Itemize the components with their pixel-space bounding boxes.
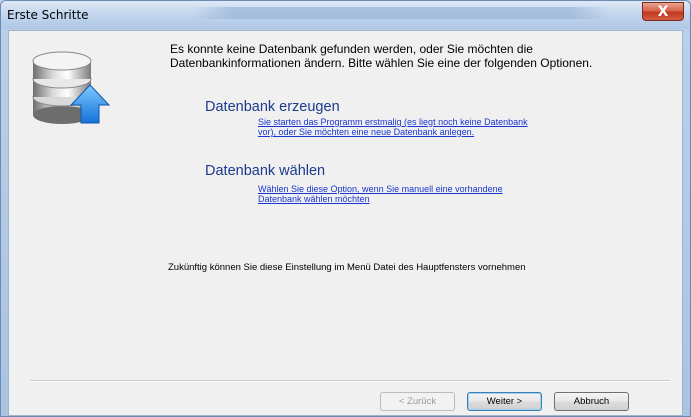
option-create-title[interactable]: Datenbank erzeugen (205, 99, 340, 115)
hint-text: Zukünftig können Sie diese Einstellung i… (168, 262, 526, 273)
option-create-link-line-2[interactable]: vor), oder Sie möchten eine neue Datenba… (258, 127, 474, 137)
title-bar-background (191, 7, 611, 19)
close-icon: X (657, 4, 669, 20)
option-select-title[interactable]: Datenbank wählen (205, 163, 325, 179)
option-select-link-line-2[interactable]: Datenbank wählen möchten (258, 194, 370, 204)
back-button[interactable]: < Zurück (380, 392, 455, 411)
option-select-link-line-1[interactable]: Wählen Sie diese Option, wenn Sie manuel… (258, 184, 503, 194)
window-title: Erste Schritte (7, 8, 89, 22)
close-button[interactable]: X (642, 2, 684, 21)
button-separator (30, 380, 670, 382)
dialog-window: Erste Schritte X Es konnte keine Datenba… (0, 0, 691, 417)
cancel-button[interactable]: Abbruch (554, 392, 629, 411)
dialog-content: Es konnte keine Datenbank gefunden werde… (8, 30, 683, 416)
database-icon (32, 51, 111, 124)
option-create-link-line-1[interactable]: Sie starten das Programm erstmalig (es l… (258, 117, 528, 127)
next-button[interactable]: Weiter > (467, 392, 542, 411)
intro-text: Es konnte keine Datenbank gefunden werde… (170, 42, 593, 70)
title-bar[interactable]: Erste Schritte X (1, 1, 690, 29)
